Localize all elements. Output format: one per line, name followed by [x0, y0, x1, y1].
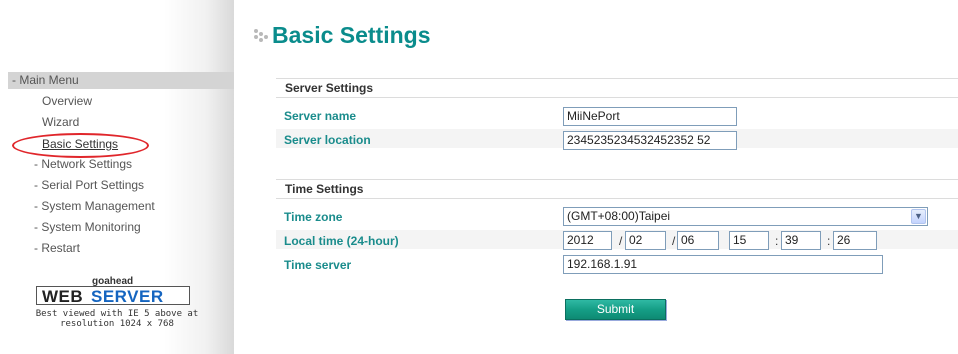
- date-separator-2: /: [672, 234, 676, 248]
- second-input[interactable]: 26: [833, 231, 877, 250]
- month-input[interactable]: 02: [625, 231, 666, 250]
- time-settings-title: Time Settings: [285, 182, 364, 196]
- server-location-input[interactable]: 2345235234532452352 52: [563, 131, 737, 150]
- minute-input[interactable]: 39: [781, 231, 821, 250]
- logo-web-text: WEB: [42, 287, 84, 306]
- sidebar-item-wizard[interactable]: Wizard: [42, 114, 79, 130]
- title-dots-icon: [254, 28, 270, 44]
- day-input[interactable]: 06: [677, 231, 719, 250]
- server-settings-title: Server Settings: [285, 81, 374, 95]
- server-settings-header: Server Settings: [276, 78, 958, 98]
- local-time-label: Local time (24-hour): [284, 234, 399, 248]
- main-menu-header[interactable]: - Main Menu: [8, 72, 234, 89]
- goahead-webserver-logo: goahead WEB SERVER: [36, 277, 190, 306]
- sidebar-item-system-monitoring[interactable]: - System Monitoring: [34, 219, 141, 235]
- hour-input[interactable]: 15: [729, 231, 769, 250]
- sidebar-item-restart[interactable]: - Restart: [34, 240, 80, 256]
- chevron-down-icon[interactable]: ▼: [911, 209, 926, 224]
- highlight-ellipse: [12, 133, 149, 158]
- logo-server-text: SERVER: [91, 287, 164, 306]
- sidebar-item-serial-port-settings[interactable]: - Serial Port Settings: [34, 177, 144, 193]
- server-name-label: Server name: [284, 109, 357, 123]
- best-viewed-line2: resolution 1024 x 768: [60, 319, 174, 329]
- submit-button[interactable]: Submit: [565, 299, 666, 320]
- page-title: Basic Settings: [272, 22, 431, 48]
- best-viewed-line1: Best viewed with IE 5 above at: [35, 309, 199, 319]
- time-zone-label: Time zone: [284, 210, 343, 224]
- year-input[interactable]: 2012: [563, 231, 612, 250]
- time-zone-select[interactable]: (GMT+08:00)Taipei ▼: [563, 207, 928, 226]
- sidebar: - Main Menu Overview Wizard Basic Settin…: [0, 0, 234, 354]
- time-server-input[interactable]: 192.168.1.91: [563, 255, 883, 274]
- time-settings-header: Time Settings: [276, 179, 958, 199]
- date-separator-1: /: [619, 234, 623, 248]
- sidebar-item-system-management[interactable]: - System Management: [34, 198, 155, 214]
- sidebar-item-network-settings[interactable]: - Network Settings: [34, 156, 132, 172]
- time-zone-selected-value: (GMT+08:00)Taipei: [567, 209, 671, 223]
- logo-box: WEB SERVER: [36, 286, 190, 306]
- sidebar-item-overview[interactable]: Overview: [42, 93, 92, 109]
- time-separator-1: :: [775, 234, 779, 248]
- server-name-input[interactable]: MiiNePort: [563, 107, 737, 126]
- server-location-label: Server location: [284, 133, 371, 147]
- time-separator-2: :: [827, 234, 831, 248]
- time-server-label: Time server: [284, 258, 352, 272]
